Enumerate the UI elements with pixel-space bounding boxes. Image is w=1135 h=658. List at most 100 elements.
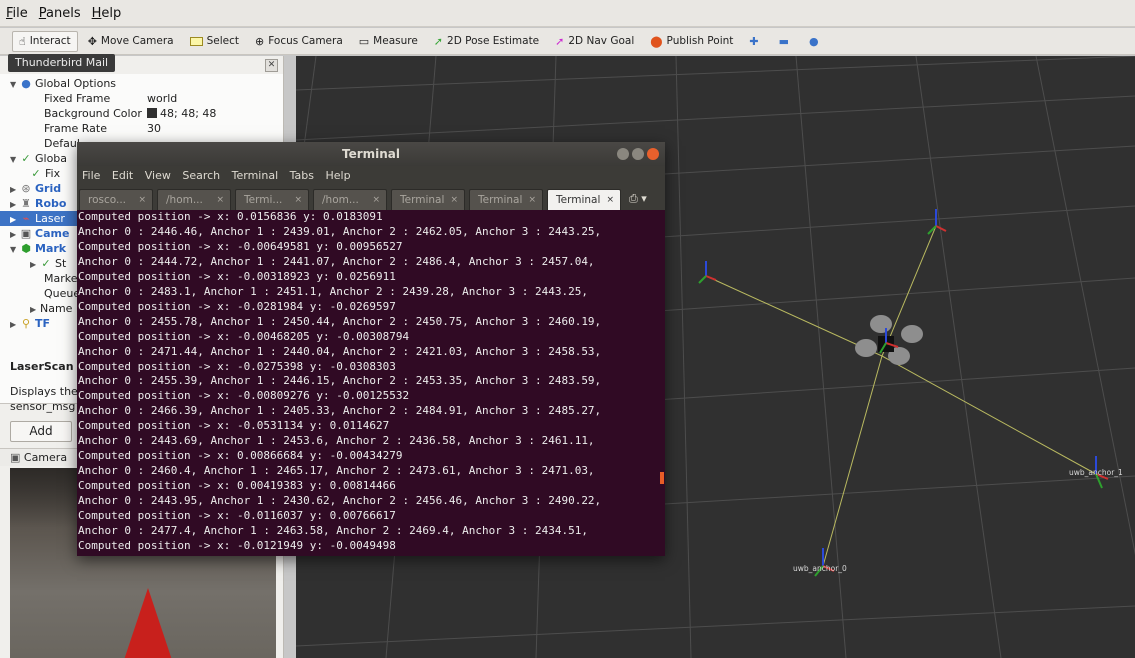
menu-panels[interactable]: Panels [39, 6, 81, 21]
collapse-arrow-icon: ▶ [30, 260, 37, 269]
close-tab-icon[interactable]: × [216, 190, 224, 210]
tree-background-color[interactable]: Background Color 48; 48; 48 [44, 106, 283, 121]
tree-marker-topic[interactable]: Marke [44, 271, 78, 286]
terminal-window[interactable]: Terminal File Edit View Search Terminal … [77, 142, 665, 556]
tree-marker-status[interactable]: ▶ ✓ St [30, 256, 66, 271]
tree-fixed-frame[interactable]: Fixed Frame world [44, 91, 283, 106]
terminal-tab[interactable]: rosco... × [79, 189, 153, 210]
focus-camera-tool[interactable]: ⊕ Focus Camera [249, 31, 349, 52]
tab-label: Termi... [244, 194, 283, 206]
maximize-icon[interactable] [632, 148, 644, 160]
close-tab-icon[interactable]: × [606, 190, 614, 210]
terminal-line: Computed position -> x: -0.00649581 y: 0… [78, 239, 403, 253]
tree-tf[interactable]: ▶ ⚲ TF [10, 316, 50, 331]
tab-label: rosco... [88, 194, 127, 206]
terminal-menu-tabs[interactable]: Tabs [290, 169, 314, 182]
terminal-tab[interactable]: /hom... × [313, 189, 387, 210]
terminal-line: Computed position -> x: -0.0281984 y: -0… [78, 299, 396, 313]
tree-marker[interactable]: ▼ ⬢ Mark [10, 241, 66, 256]
close-tab-icon[interactable]: × [372, 190, 380, 210]
description-line-2: sensor_msg [10, 400, 76, 413]
terminal-tab[interactable]: /hom... × [157, 189, 231, 210]
terminal-menu-file[interactable]: File [82, 169, 100, 182]
tf-label: TF [35, 317, 51, 330]
minus-icon: ▬ [778, 34, 790, 48]
tree-camera[interactable]: ▶ ▣ Came [10, 226, 69, 241]
terminal-line: Anchor 0 : 2444.72, Anchor 1 : 2441.07, … [78, 254, 595, 268]
terminal-menu-search[interactable]: Search [182, 169, 220, 182]
terminal-menu-view[interactable]: View [145, 169, 171, 182]
publish-point-label: Publish Point [666, 35, 734, 47]
close-tab-icon[interactable]: × [450, 190, 458, 210]
terminal-tab-active[interactable]: Terminal × [547, 189, 621, 210]
marker-topic-label: Marke [44, 272, 78, 285]
move-camera-tool[interactable]: ✥ Move Camera [82, 31, 180, 52]
pose-estimate-tool[interactable]: ➚ 2D Pose Estimate [428, 31, 545, 52]
camera-panel-label: Camera [23, 451, 68, 464]
terminal-line: Anchor 0 : 2477.4, Anchor 1 : 2463.58, A… [78, 524, 588, 538]
collapse-arrow-icon: ▶ [10, 200, 17, 209]
tab-label: Terminal [478, 194, 523, 206]
collapse-arrow-icon: ▶ [30, 305, 37, 314]
tree-frame-rate[interactable]: Frame Rate 30 [44, 121, 283, 136]
tree-robot-model[interactable]: ▶ ♜ Robo [10, 196, 66, 211]
publish-point-tool[interactable]: ⬤ Publish Point [644, 31, 739, 52]
collapse-arrow-icon: ▶ [10, 185, 17, 194]
new-tab-icon[interactable]: ⎙ ▾ [629, 188, 647, 210]
expand-arrow-icon: ▼ [10, 245, 17, 254]
fixed-frame-value[interactable]: world [147, 91, 177, 106]
terminal-line: Anchor 0 : 2446.46, Anchor 1 : 2439.01, … [78, 224, 602, 238]
measure-tool[interactable]: ▭ Measure [353, 31, 424, 52]
background-color-value[interactable]: 48; 48; 48 [160, 107, 216, 120]
tool-properties-button[interactable]: ● [803, 31, 829, 52]
menubar: File Panels Help [0, 0, 1135, 27]
close-window-icon[interactable] [647, 148, 659, 160]
terminal-tab[interactable]: Termi... × [235, 189, 309, 210]
text-cursor [660, 472, 664, 484]
terminal-titlebar[interactable]: Terminal [77, 142, 665, 166]
tree-default-light[interactable]: Defaul [44, 136, 80, 151]
tree-global-options[interactable]: ▼ ● Global Options [10, 76, 116, 91]
tree-global-status[interactable]: ▼ ✓ Globa [10, 151, 67, 166]
terminal-tab[interactable]: Terminal × [391, 189, 465, 210]
tree-queue-size[interactable]: Queue [44, 286, 80, 301]
close-tab-icon[interactable]: × [294, 190, 302, 210]
minimize-icon[interactable] [617, 148, 629, 160]
menu-help[interactable]: Help [92, 6, 122, 21]
remove-tool-button[interactable]: ▬ [773, 31, 799, 52]
default-light-label: Defaul [44, 137, 80, 150]
focus-icon: ⊕ [255, 34, 265, 48]
camera-icon: ▣ [20, 227, 32, 240]
select-tool[interactable]: Select [184, 31, 245, 52]
interact-tool[interactable]: ☝ Interact [12, 30, 78, 52]
interact-label: Interact [29, 35, 71, 47]
terminal-line: Anchor 0 : 2460.4, Anchor 1 : 2465.17, A… [78, 464, 595, 478]
check-icon: ✓ [41, 257, 51, 270]
anchor-0-label: uwb_anchor_0 [793, 564, 847, 573]
fixed-frame-status-label: Fix [45, 167, 61, 180]
terminal-output[interactable]: Computed position -> x: 0.0156836 y: 0.0… [77, 210, 665, 556]
terminal-line: Anchor 0 : 2443.69, Anchor 1 : 2453.6, A… [78, 434, 595, 448]
add-button[interactable]: Add [10, 421, 72, 442]
close-tab-icon[interactable]: × [528, 190, 536, 210]
terminal-menu-terminal[interactable]: Terminal [232, 169, 279, 182]
terminal-line: Anchor 0 : 2455.39, Anchor 1 : 2446.15, … [78, 374, 602, 388]
add-tool-button[interactable]: ✚ [743, 31, 768, 52]
close-tab-icon[interactable]: × [138, 190, 146, 210]
terminal-menu-edit[interactable]: Edit [112, 169, 133, 182]
terminal-menu-help[interactable]: Help [326, 169, 351, 182]
close-icon[interactable]: ✕ [265, 59, 278, 72]
tree-grid[interactable]: ▶ ⊛ Grid [10, 181, 61, 196]
tree-fixed-frame-status[interactable]: ✓ Fix [30, 166, 60, 181]
globe-icon: ● [21, 77, 31, 90]
nav-goal-tool[interactable]: ➚ 2D Nav Goal [549, 31, 640, 52]
frame-rate-value[interactable]: 30 [147, 121, 161, 136]
terminal-line: Computed position -> x: -0.0116037 y: 0.… [78, 509, 396, 523]
queue-size-label: Queue [44, 287, 81, 300]
menu-file[interactable]: File [6, 6, 28, 21]
terminal-tab[interactable]: Terminal × [469, 189, 543, 210]
focus-camera-label: Focus Camera [268, 35, 343, 47]
description-line-1: Displays the [10, 385, 78, 398]
grid-label: Grid [35, 182, 62, 195]
tree-namespaces[interactable]: ▶ Name [30, 301, 72, 316]
